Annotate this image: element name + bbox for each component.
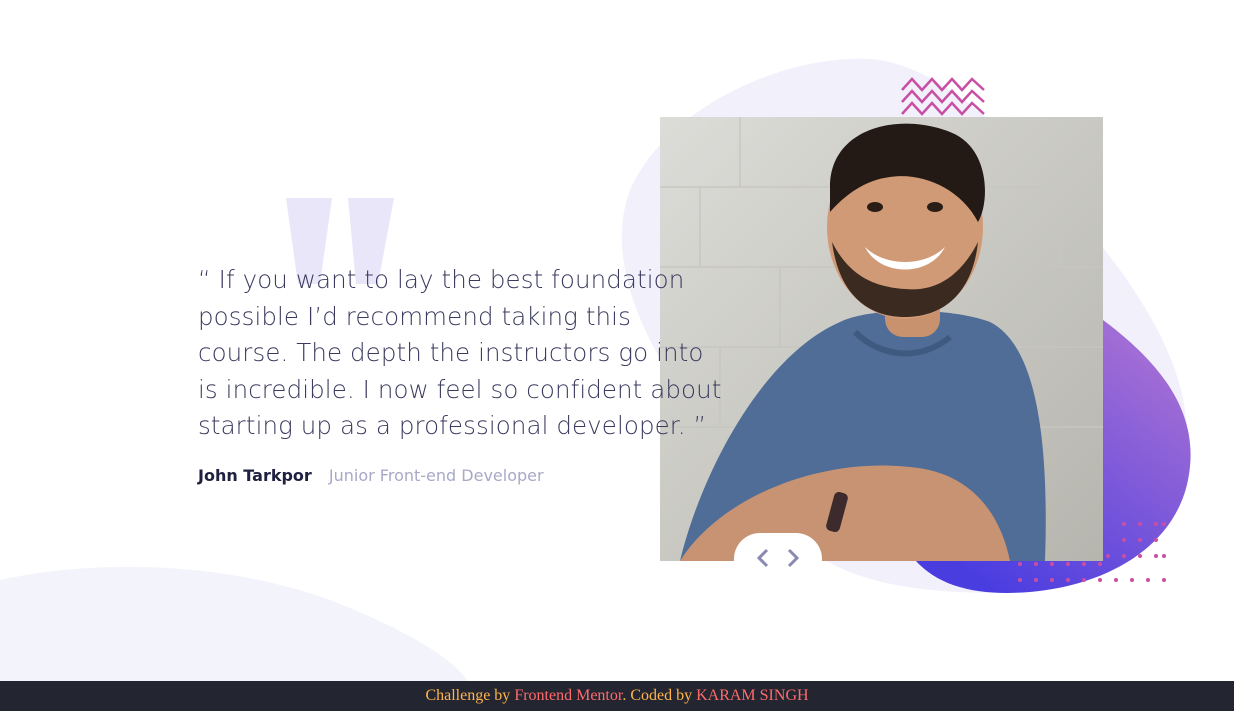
chevron-left-icon bbox=[757, 548, 769, 568]
author-link[interactable]: KARAM SINGH bbox=[696, 687, 808, 704]
attribution-footer: Challenge by Frontend Mentor. Coded by K… bbox=[0, 681, 1234, 711]
prev-button[interactable] bbox=[755, 546, 771, 570]
next-button[interactable] bbox=[785, 546, 801, 570]
background-curve bbox=[0, 566, 468, 681]
slider-navigation bbox=[734, 533, 822, 583]
frontend-mentor-link[interactable]: Frontend Mentor bbox=[514, 687, 622, 704]
testimonial-author: John Tarkpor Junior Front-end Developer bbox=[198, 466, 544, 485]
author-name: John Tarkpor bbox=[198, 466, 312, 485]
zigzag-pattern-icon bbox=[901, 77, 985, 116]
footer-prefix: Challenge by bbox=[425, 687, 515, 704]
footer-middle: . Coded by bbox=[622, 687, 697, 704]
chevron-right-icon bbox=[787, 548, 799, 568]
testimonial-quote: “ If you want to lay the best foundation… bbox=[198, 265, 722, 440]
author-role: Junior Front-end Developer bbox=[328, 466, 544, 485]
testimonial-section: “ If you want to lay the best foundation… bbox=[0, 0, 1234, 681]
